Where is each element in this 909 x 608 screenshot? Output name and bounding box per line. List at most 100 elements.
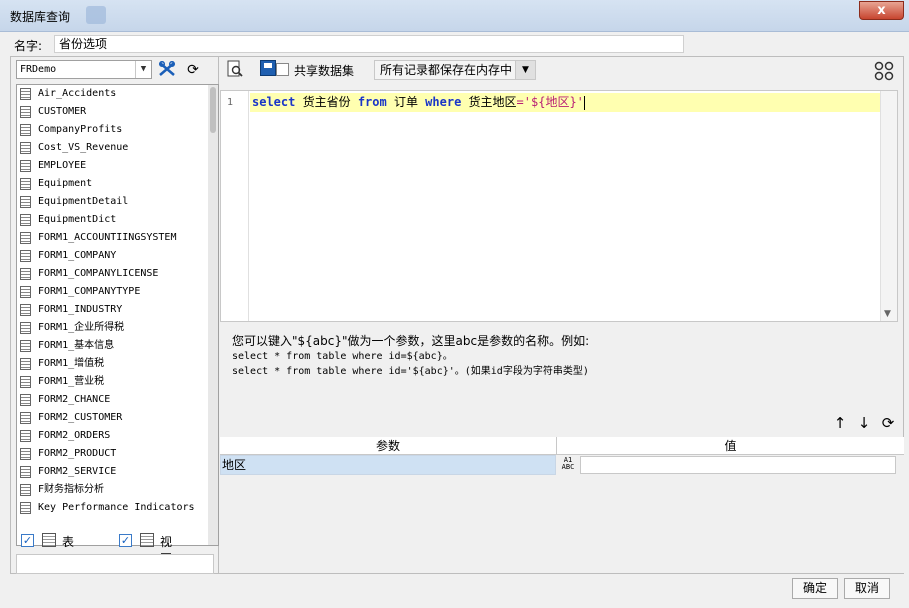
table-name: CUSTOMER [38,106,87,117]
table-list-item[interactable]: FORM2_CUSTOMER [17,409,218,427]
table-name: FORM1_营业税 [38,376,105,387]
table-icon [20,268,31,280]
table-list-item[interactable]: FORM2_PRODUCT [17,445,218,463]
table-icon [20,88,31,100]
table-icon [20,466,31,478]
table-icon [20,232,31,244]
connection-value: FRDemo [20,64,57,75]
table-list-item[interactable]: FORM2_CHANCE [17,391,218,409]
connection-select[interactable]: FRDemo ▼ [16,60,152,79]
close-button[interactable]: x [859,1,904,20]
ok-button[interactable]: 确定 [792,578,838,599]
table-filter-checkbox[interactable]: ✓ [21,534,34,547]
table-list-item[interactable]: Cost_VS_Revenue [17,139,218,157]
sql-text: 订单 [386,95,426,109]
table-name: FORM2_CUSTOMER [38,412,123,423]
layout-grid-icon[interactable] [874,61,894,81]
line-gutter: 1 [221,91,249,321]
table-name: FORM1_增值税 [38,358,105,369]
table-list-item[interactable]: EquipmentDetail [17,193,218,211]
table-list-item[interactable]: FORM1_营业税 [17,373,218,391]
arrow-up-icon[interactable]: ↑ [832,414,848,432]
text-caret [583,95,585,110]
table-name: FORM1_ACCOUNTIINGSYSTEM [38,232,177,243]
table-list-item[interactable]: FORM1_COMPANYTYPE [17,283,218,301]
table-filter-label: 表 [62,535,75,549]
refresh-icon[interactable]: ⟳ [182,60,204,80]
table-list: Air_Accidents CUSTOMER CompanyProfits Cost_… [16,84,219,546]
table-list-item[interactable]: Equipment [17,175,218,193]
query-panel: FRDemo ▼ ⟳ Air_Accidents CUSTOMER CompanyP… [10,56,904,574]
refresh-icon[interactable]: ⟳ [880,414,896,432]
table-list-item[interactable]: EquipmentDict [17,211,218,229]
param-column-header: 参数 [220,437,557,455]
table-name: EquipmentDetail [38,196,129,207]
hint-line-3: select * from table where id='${abc}'。(如… [232,366,589,377]
line-number: 1 [227,97,234,108]
table-name: FORM1_基本信息 [38,340,115,351]
table-icon [20,124,31,136]
table-name: F财务指标分析 [38,484,105,495]
table-list-item[interactable]: FORM2_SERVICE [17,463,218,481]
table-list-item[interactable]: Air_Accidents [17,85,218,103]
table-icon [20,502,31,514]
table-name: Cost_VS_Revenue [38,142,129,153]
sql-keyword-from: from [357,95,387,109]
dialog-body: 名字: 省份选项 FRDemo ▼ ⟳ Air_Accidents CUSTOME… [6,32,904,602]
title-bar: 数据库查询 x [0,0,909,32]
table-list-item[interactable]: FORM1_COMPANY [17,247,218,265]
table-list-item[interactable]: CompanyProfits [17,121,218,139]
sql-string: '${地区}' [523,95,584,109]
name-label: 名字: [14,39,43,53]
view-icon [140,533,154,547]
table-list-item[interactable]: FORM1_INDUSTRY [17,301,218,319]
connection-settings-icon[interactable] [156,60,178,80]
table-icon [20,106,31,118]
name-input[interactable]: 省份选项 [54,35,684,53]
table-list-item[interactable]: FORM2_ORDERS [17,427,218,445]
table-icon [20,412,31,424]
storage-mode-select[interactable]: 所有记录都保存在内存中 ▼ [374,60,536,80]
arrow-down-icon[interactable]: ↓ [856,414,872,432]
table-name: FORM1_COMPANYTYPE [38,286,141,297]
table-search-input[interactable] [16,554,214,574]
table-icon [20,286,31,298]
table-browser: FRDemo ▼ ⟳ Air_Accidents CUSTOMER CompanyP… [11,57,219,574]
share-dataset-checkbox[interactable] [276,63,289,76]
editor-scrollbar[interactable]: ▼ [880,91,897,321]
preview-icon[interactable] [226,60,244,78]
table-icon [20,214,31,226]
param-name-cell[interactable]: 地区 [220,455,556,475]
table-icon [20,196,31,208]
table-icon [20,304,31,316]
table-name: FORM2_PRODUCT [38,448,117,459]
table-icon [20,160,31,172]
param-value-input[interactable] [580,456,896,474]
table-list-item[interactable]: EMPLOYEE [17,157,218,175]
table-list-item[interactable]: FORM1_COMPANYLICENSE [17,265,218,283]
parameter-hint: 您可以键入"${abc}"做为一个参数，这里abc是参数的名称。例如: sele… [232,334,589,379]
table-name: FORM1_企业所得税 [38,322,125,333]
sql-text: 货主省份 [295,95,358,109]
table-list-item[interactable]: Key Performance Indicators [17,499,218,517]
chevron-down-icon[interactable]: ▼ [884,309,891,319]
sql-keyword-select: select [252,95,296,109]
view-filter-checkbox[interactable]: ✓ [119,534,132,547]
share-dataset-label: 共享数据集 [294,64,355,78]
table-name: FORM1_INDUSTRY [38,304,123,315]
sql-editor[interactable]: 1 select 货主省份 from 订单 where 货主地区='${地区}'… [220,90,898,322]
table-list-item[interactable]: CUSTOMER [17,103,218,121]
chevron-down-icon[interactable]: ▼ [135,61,151,78]
hint-line-1: 您可以键入"${abc}"做为一个参数，这里abc是参数的名称。例如: [232,334,590,348]
sql-line[interactable]: select 货主省份 from 订单 where 货主地区='${地区}' [250,93,881,112]
param-type-icon[interactable]: A1 ABC [557,455,579,475]
table-list-item[interactable]: FORM1_基本信息 [17,337,218,355]
table-list-scrollbar[interactable] [208,85,218,545]
table-list-item[interactable]: FORM1_增值税 [17,355,218,373]
table-list-item[interactable]: F财务指标分析 [17,481,218,499]
cancel-button[interactable]: 取消 [844,578,890,599]
save-icon[interactable] [260,60,276,76]
table-list-item[interactable]: FORM1_ACCOUNTIINGSYSTEM [17,229,218,247]
table-list-item[interactable]: FORM1_企业所得税 [17,319,218,337]
chevron-down-icon[interactable]: ▼ [515,61,535,79]
